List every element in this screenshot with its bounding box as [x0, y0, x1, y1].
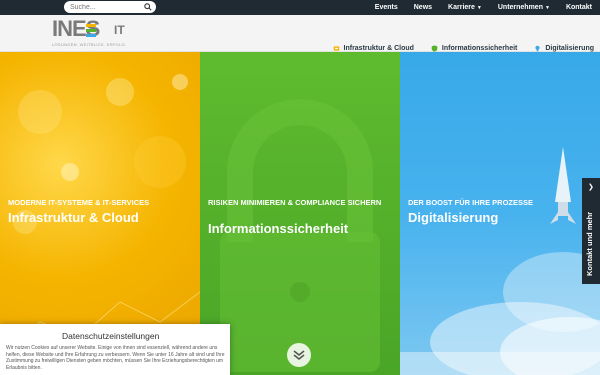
- panel-informationssicherheit[interactable]: Risiken minimieren & Compliance sichern …: [200, 52, 400, 375]
- search-icon[interactable]: [144, 3, 152, 11]
- chevron-up-icon: ❯: [588, 184, 594, 191]
- panel-title[interactable]: Infrastruktur & Cloud: [8, 210, 139, 225]
- cookie-text: Wir nutzen Cookies auf unserer Website. …: [6, 345, 225, 371]
- panel-kicker: Moderne IT-Systeme & IT-Services: [8, 198, 150, 207]
- nav-infrastruktur-label: Infrastruktur & Cloud: [343, 45, 414, 52]
- panel-kicker: Risiken minimieren & Compliance sichern: [208, 198, 382, 207]
- lock-background-icon: [220, 99, 380, 372]
- topnav-unternehmen-label: Unternehmen: [497, 4, 543, 11]
- panel-kicker: Der Boost für Ihre Prozesse: [408, 198, 534, 207]
- topnav-kontakt-label: Kontakt: [565, 4, 592, 11]
- chevron-down-icon: ▼: [544, 4, 550, 11]
- side-tab-label: Kontakt und mehr: [585, 211, 594, 276]
- scroll-down-button[interactable]: [287, 343, 311, 367]
- nav-informationssicherheit-label: Informationssicherheit: [441, 45, 518, 52]
- topnav-unternehmen[interactable]: Unternehmen ▼: [490, 4, 558, 11]
- cookie-consent-dialog: Datenschutzeinstellungen Wir nutzen Cook…: [0, 324, 230, 375]
- topnav-karriere-label: Karriere: [448, 4, 475, 11]
- topnav-events[interactable]: Events: [367, 4, 406, 11]
- cloud-icon: [333, 46, 339, 51]
- topnav-karriere[interactable]: Karriere ▼: [440, 4, 490, 11]
- lightbulb-icon: [535, 45, 540, 52]
- logo[interactable]: INES IT LÖSUNGEN. WEITBLICK. ERFOLG.: [52, 18, 142, 50]
- shield-icon: [431, 45, 438, 52]
- logo-tagline: LÖSUNGEN. WEITBLICK. ERFOLG.: [52, 42, 127, 47]
- nav-informationssicherheit[interactable]: Informationssicherheit: [431, 45, 517, 52]
- panel-title[interactable]: Digitalisierung: [408, 210, 498, 225]
- logo-mark-icon: [86, 24, 96, 37]
- panel-title[interactable]: Informationssicherheit: [208, 221, 348, 236]
- top-nav: Events News Karriere ▼ Unternehmen ▼ Konta…: [367, 0, 600, 15]
- nav-infrastruktur[interactable]: Infrastruktur & Cloud: [333, 45, 414, 52]
- nav-digitalisierung[interactable]: Digitalisierung: [534, 45, 594, 52]
- topnav-news-label: News: [413, 4, 433, 11]
- top-bar: Events News Karriere▼ Unternehmen▼ Konta…: [0, 0, 600, 15]
- topnav-kontakt[interactable]: Kontakt: [558, 4, 600, 11]
- nav-digitalisierung-label: Digitalisierung: [545, 45, 594, 52]
- topnav-events-label: Events: [374, 4, 398, 11]
- chevron-down-icon: ▼: [476, 4, 482, 11]
- site-header: INES IT LÖSUNGEN. WEITBLICK. ERFOLG. Inf…: [0, 15, 600, 52]
- panel-digitalisierung[interactable]: Der Boost für Ihre Prozesse Digitalisier…: [400, 52, 600, 375]
- search-box[interactable]: [64, 1, 156, 13]
- double-chevron-down-icon: [293, 350, 305, 361]
- topnav-news[interactable]: News: [406, 4, 440, 11]
- logo-suffix: IT: [114, 23, 125, 37]
- search-input[interactable]: [70, 2, 142, 12]
- cookie-title: Datenschutzeinstellungen: [62, 331, 160, 341]
- contact-side-tab[interactable]: ❯ Kontakt und mehr: [582, 178, 600, 284]
